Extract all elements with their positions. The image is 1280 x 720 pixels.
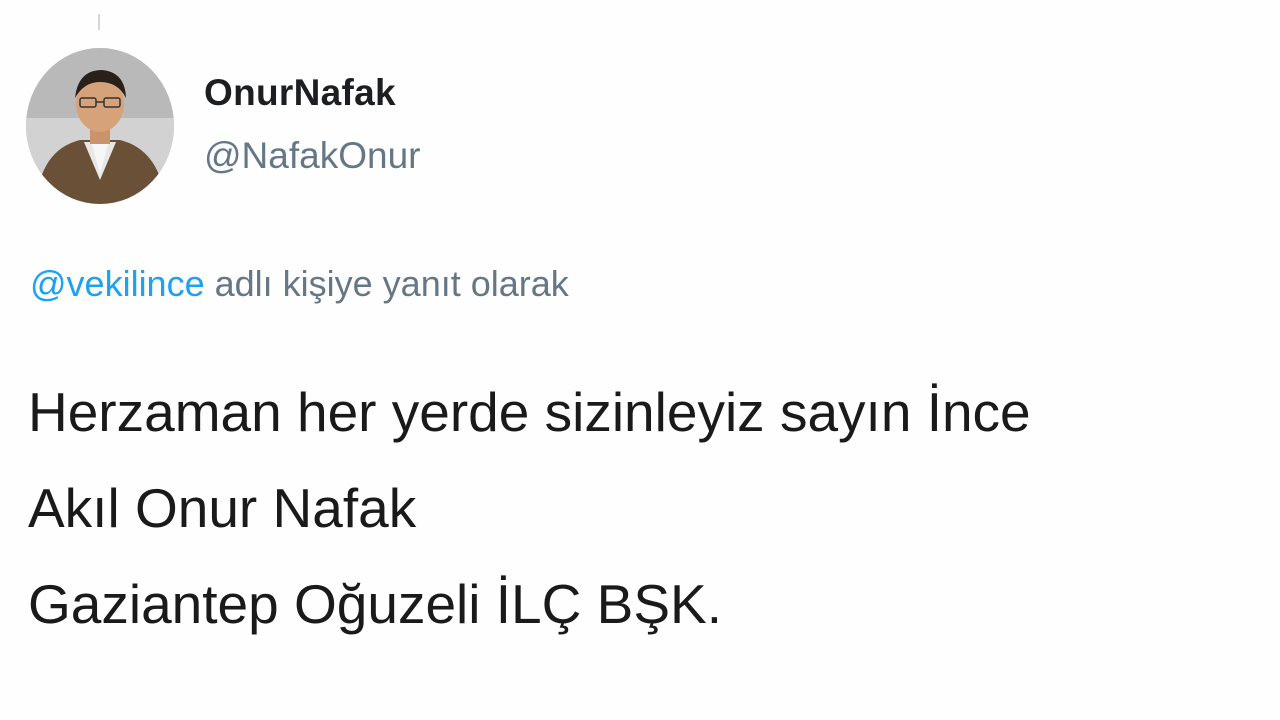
tweet-card: OnurNafak @NafakOnur @vekilince adlı kiş… — [0, 0, 1280, 720]
tweet-text: Herzaman her yerde sizinleyiz sayın İnce… — [28, 364, 1031, 652]
top-edge-mark — [98, 14, 100, 30]
author-avatar[interactable] — [26, 48, 174, 204]
reply-context-text: adlı kişiye yanıt olarak — [204, 263, 569, 304]
tweet-text-line: Akıl Onur Nafak — [28, 477, 417, 539]
reply-mention-link[interactable]: @vekilince — [30, 263, 205, 304]
tweet-text-line: Herzaman her yerde sizinleyiz sayın İnce — [28, 381, 1031, 443]
author-handle[interactable]: @NafakOnur — [204, 135, 420, 177]
author-display-name[interactable]: OnurNafak — [204, 72, 396, 114]
tweet-text-line: Gaziantep Oğuzeli İLÇ BŞK. — [28, 573, 722, 635]
reply-context: @vekilince adlı kişiye yanıt olarak — [30, 263, 569, 305]
user-avatar-photo-icon — [26, 48, 174, 204]
